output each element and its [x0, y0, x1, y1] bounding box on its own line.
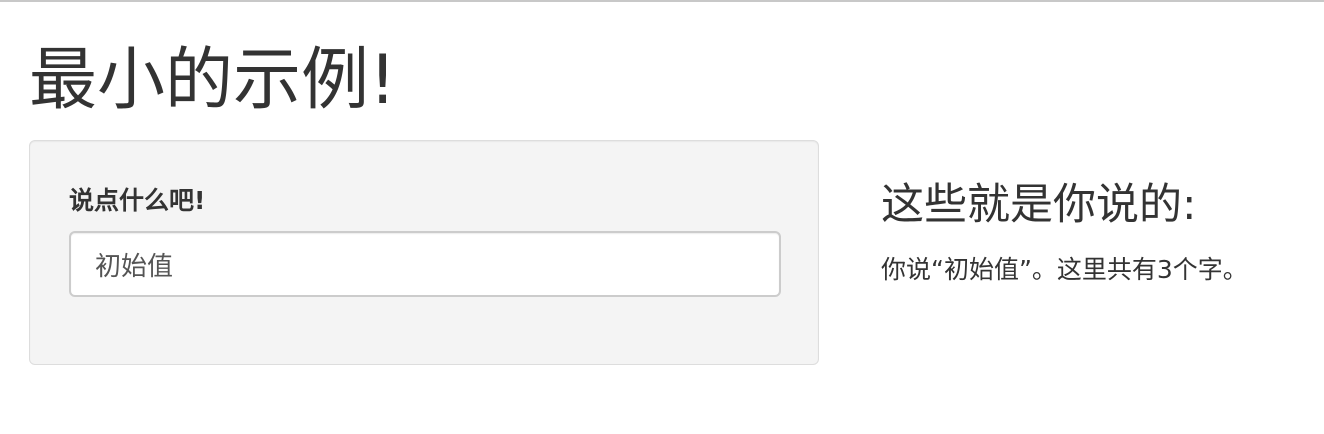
input-panel: 说点什么吧!	[29, 140, 819, 365]
text-input[interactable]	[69, 231, 781, 297]
input-label: 说点什么吧!	[69, 186, 206, 215]
output-heading: 这些就是你说的:	[881, 180, 1197, 230]
page-title: 最小的示例!	[29, 41, 397, 120]
top-divider	[0, 0, 1324, 2]
output-text: 你说“初始值”。这里共有3个字。	[881, 255, 1248, 284]
